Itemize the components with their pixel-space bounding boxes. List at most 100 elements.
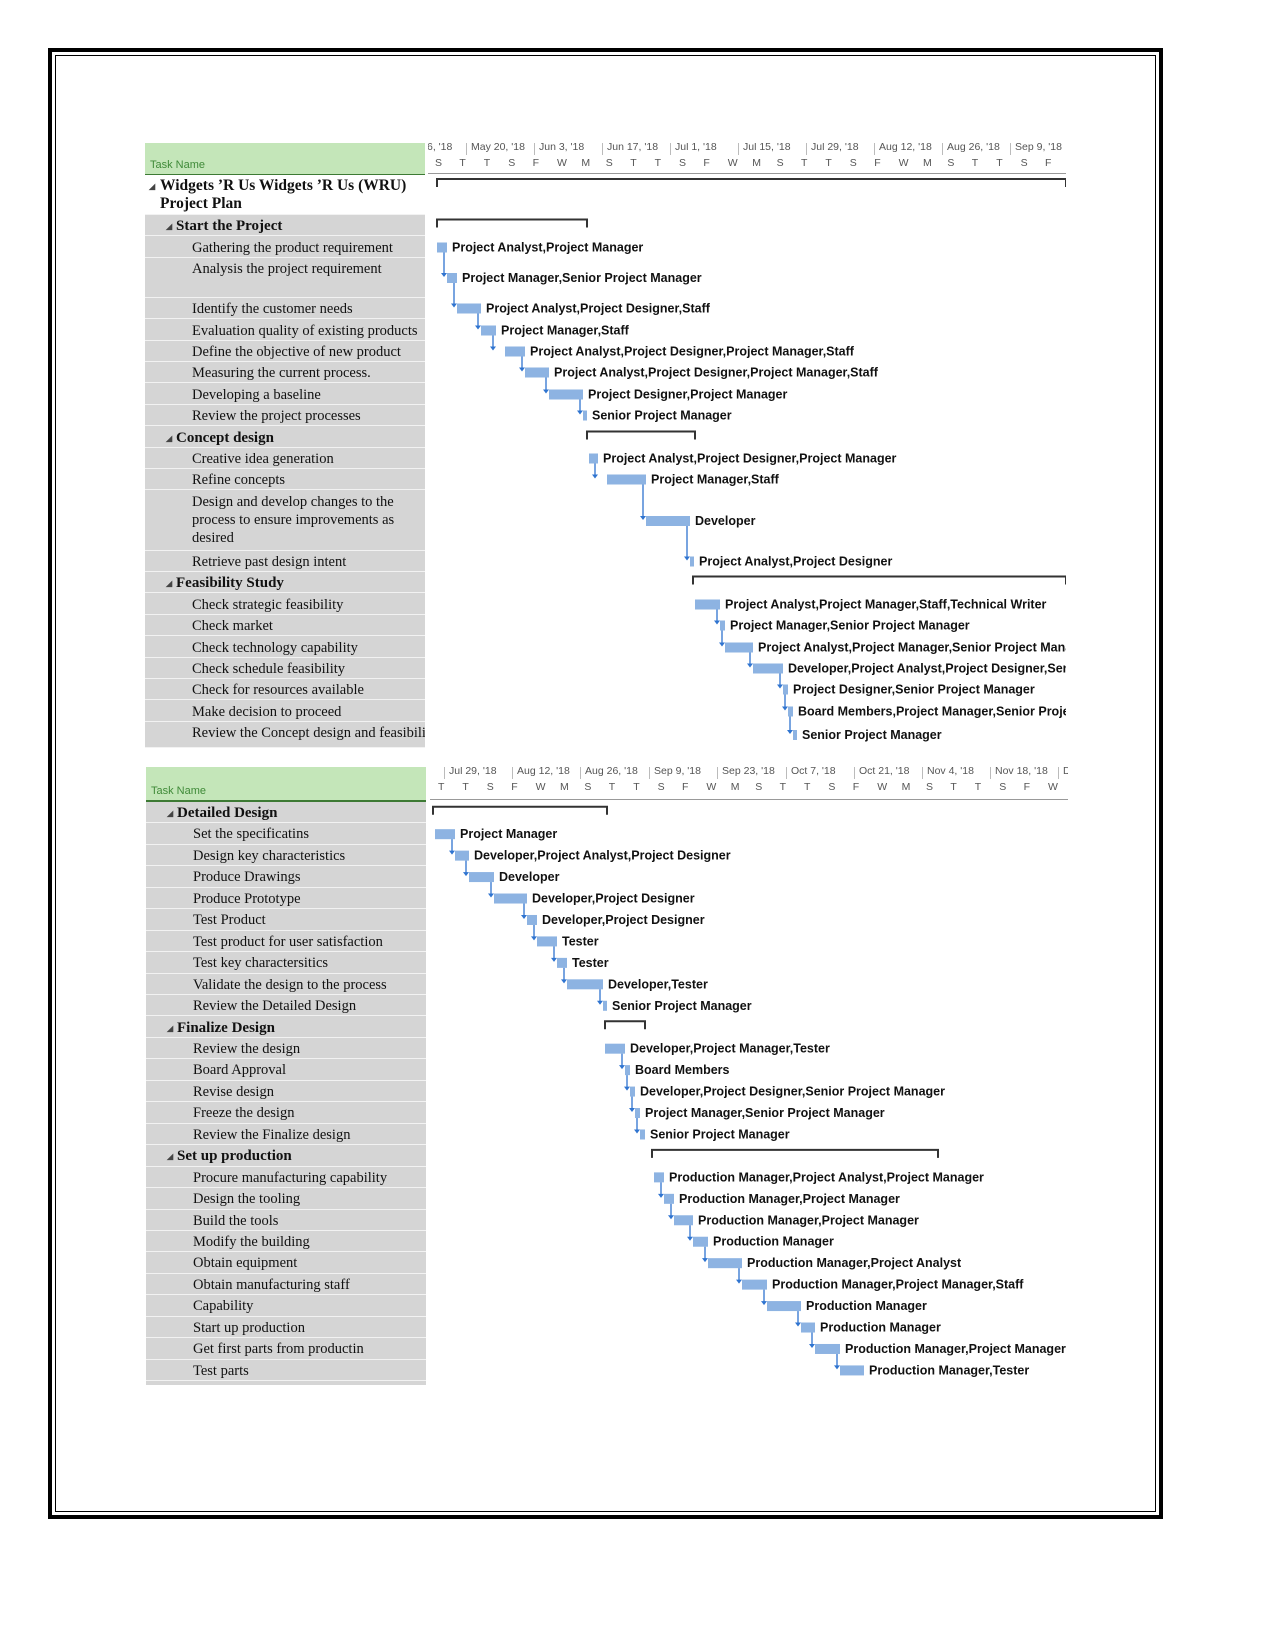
task-bar[interactable] xyxy=(646,516,690,526)
task-row[interactable]: Test parts xyxy=(146,1360,426,1382)
task-bar[interactable] xyxy=(635,1108,640,1119)
task-bar[interactable] xyxy=(725,642,753,653)
task-row[interactable]: Build the tools xyxy=(146,1210,426,1231)
task-bar[interactable] xyxy=(457,303,481,314)
task-bar[interactable] xyxy=(640,1129,645,1140)
task-row[interactable]: Test product for user satisfaction xyxy=(146,931,426,953)
task-row[interactable]: Produce Prototype xyxy=(146,888,426,910)
summary-bar[interactable] xyxy=(692,575,1066,585)
task-row[interactable]: Creative idea generation xyxy=(145,448,425,469)
summary-task-row[interactable]: ◢ Finalize Design xyxy=(146,1017,426,1038)
task-row[interactable]: Check market xyxy=(145,615,425,636)
task-bar[interactable] xyxy=(527,914,537,925)
task-bar[interactable] xyxy=(767,1301,801,1312)
task-row[interactable]: Obtain manufacturing staff xyxy=(146,1274,426,1296)
task-bar[interactable] xyxy=(793,730,797,740)
summary-task-row[interactable]: ◢ Widgets ’R Us Widgets ’R Us (WRU) Proje… xyxy=(145,175,425,215)
task-bar[interactable] xyxy=(788,706,793,717)
task-row[interactable]: Refine concepts xyxy=(145,469,425,490)
task-bar[interactable] xyxy=(783,684,788,695)
task-row[interactable]: Modify the building xyxy=(146,1231,426,1253)
task-row[interactable]: Test Product xyxy=(146,909,426,931)
task-bar[interactable] xyxy=(695,599,720,610)
task-row[interactable]: Procure manufacturing capability xyxy=(146,1167,426,1189)
summary-task-row[interactable]: ◢ Feasibility Study xyxy=(145,572,425,593)
task-row[interactable]: Check strategic feasibility xyxy=(145,594,425,615)
task-bar[interactable] xyxy=(589,453,598,464)
collapse-triangle-icon[interactable]: ◢ xyxy=(166,430,172,447)
task-row[interactable]: Check for resources available xyxy=(145,679,425,700)
task-row[interactable]: Design the tooling xyxy=(146,1188,426,1210)
collapse-triangle-icon[interactable]: ◢ xyxy=(167,1020,173,1037)
task-row[interactable]: Gathering the product requirement xyxy=(145,237,425,258)
task-row[interactable]: Review the project processes xyxy=(145,405,425,426)
task-bar[interactable] xyxy=(583,410,587,421)
summary-task-row[interactable]: ◢ Set up production xyxy=(146,1145,426,1167)
task-bar[interactable] xyxy=(664,1193,674,1204)
task-row[interactable]: Capability xyxy=(146,1295,426,1317)
collapse-triangle-icon[interactable]: ◢ xyxy=(166,575,172,592)
task-row[interactable]: Define the objective of new product xyxy=(145,341,425,362)
task-bar[interactable] xyxy=(815,1343,840,1354)
task-row[interactable]: Review the Finalize design xyxy=(146,1124,426,1146)
task-row[interactable]: Test key charactersitics xyxy=(146,952,426,974)
task-bar[interactable] xyxy=(603,1000,607,1011)
task-bar[interactable] xyxy=(455,850,469,861)
task-row[interactable]: Board Approval xyxy=(146,1059,426,1081)
task-bar[interactable] xyxy=(607,474,646,485)
summary-bar[interactable] xyxy=(586,430,696,440)
task-row[interactable]: Make decision to proceed xyxy=(145,701,425,722)
task-row[interactable]: Revise design xyxy=(146,1081,426,1103)
task-row[interactable]: Identify the customer needs xyxy=(145,298,425,319)
task-row[interactable]: Evaluation quality of existing products xyxy=(145,320,425,341)
task-bar[interactable] xyxy=(742,1279,767,1290)
task-bar[interactable] xyxy=(720,620,725,631)
collapse-triangle-icon[interactable]: ◢ xyxy=(167,805,173,822)
task-bar[interactable] xyxy=(469,872,494,883)
task-bar[interactable] xyxy=(447,273,457,283)
summary-task-row[interactable]: ◢ Start the Project xyxy=(145,215,425,236)
collapse-triangle-icon[interactable]: ◢ xyxy=(149,178,155,196)
summary-bar[interactable] xyxy=(432,805,608,815)
task-bar[interactable] xyxy=(435,829,455,840)
project-summary-bar[interactable] xyxy=(436,178,1066,187)
task-row[interactable]: Design and develop changes to the proces… xyxy=(145,491,425,551)
task-row[interactable]: Measuring the current process. xyxy=(145,362,425,383)
task-row[interactable]: Start up production xyxy=(146,1317,426,1339)
task-bar[interactable] xyxy=(537,936,557,947)
task-bar[interactable] xyxy=(654,1172,664,1183)
task-bar[interactable] xyxy=(549,389,583,400)
task-row[interactable]: Review the Concept design and feasibilit… xyxy=(145,722,425,748)
task-row[interactable]: Analysis the project requirement xyxy=(145,258,425,298)
task-row[interactable]: Set the specificatins xyxy=(146,823,426,845)
collapse-triangle-icon[interactable]: ◢ xyxy=(166,218,172,235)
task-bar[interactable] xyxy=(674,1215,693,1226)
task-row[interactable]: Retrieve past design intent xyxy=(145,551,425,572)
summary-task-row[interactable]: ◢ Detailed Design xyxy=(146,802,426,824)
task-bar[interactable] xyxy=(801,1322,815,1333)
task-bar[interactable] xyxy=(693,1236,708,1247)
task-bar[interactable] xyxy=(708,1258,742,1269)
task-row[interactable]: Check technology capability xyxy=(145,637,425,658)
task-bar[interactable] xyxy=(505,346,525,357)
task-bar[interactable] xyxy=(557,957,567,968)
summary-task-row[interactable]: ◢ Concept design xyxy=(145,427,425,448)
task-row[interactable]: Developing a baseline xyxy=(145,384,425,405)
summary-bar[interactable] xyxy=(436,218,588,228)
summary-bar[interactable] xyxy=(604,1020,646,1030)
task-bar[interactable] xyxy=(625,1065,630,1076)
task-row[interactable]: Produce Drawings xyxy=(146,866,426,888)
task-row[interactable]: Design key characteristics xyxy=(146,845,426,867)
task-row[interactable]: Check schedule feasibility xyxy=(145,658,425,679)
summary-bar[interactable] xyxy=(651,1148,939,1158)
task-bar[interactable] xyxy=(753,663,783,674)
task-bar[interactable] xyxy=(437,242,447,253)
task-row[interactable]: Review the design xyxy=(146,1038,426,1060)
task-bar[interactable] xyxy=(494,893,527,904)
task-bar[interactable] xyxy=(690,556,694,567)
task-bar[interactable] xyxy=(840,1365,864,1376)
task-bar[interactable] xyxy=(567,979,603,990)
collapse-triangle-icon[interactable]: ◢ xyxy=(167,1148,173,1165)
task-row[interactable]: Freeze the design xyxy=(146,1102,426,1124)
task-bar[interactable] xyxy=(481,325,496,336)
